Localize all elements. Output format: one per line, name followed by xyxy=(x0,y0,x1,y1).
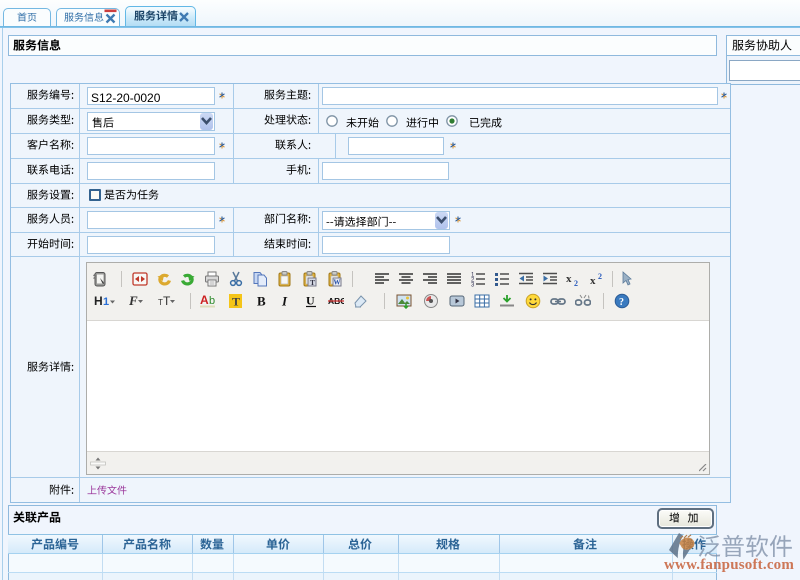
svg-text:2: 2 xyxy=(574,279,578,287)
svg-text:1: 1 xyxy=(103,296,109,308)
svg-text:F: F xyxy=(128,293,138,308)
svg-text:x: x xyxy=(590,275,596,287)
svg-text:I: I xyxy=(281,294,288,309)
svg-text:A: A xyxy=(200,293,209,307)
svg-text:b: b xyxy=(209,295,215,307)
svg-text:x: x xyxy=(566,273,572,285)
svg-text:T: T xyxy=(310,278,315,287)
svg-text:U: U xyxy=(306,294,315,308)
svg-text:H: H xyxy=(94,294,103,308)
svg-text:3: 3 xyxy=(471,283,475,288)
svg-text:T: T xyxy=(163,294,171,308)
svg-text:2: 2 xyxy=(598,272,602,281)
svg-text:W: W xyxy=(334,279,341,287)
svg-text:B: B xyxy=(257,294,266,309)
svg-text:?: ? xyxy=(619,297,624,308)
svg-text:T: T xyxy=(232,295,240,309)
